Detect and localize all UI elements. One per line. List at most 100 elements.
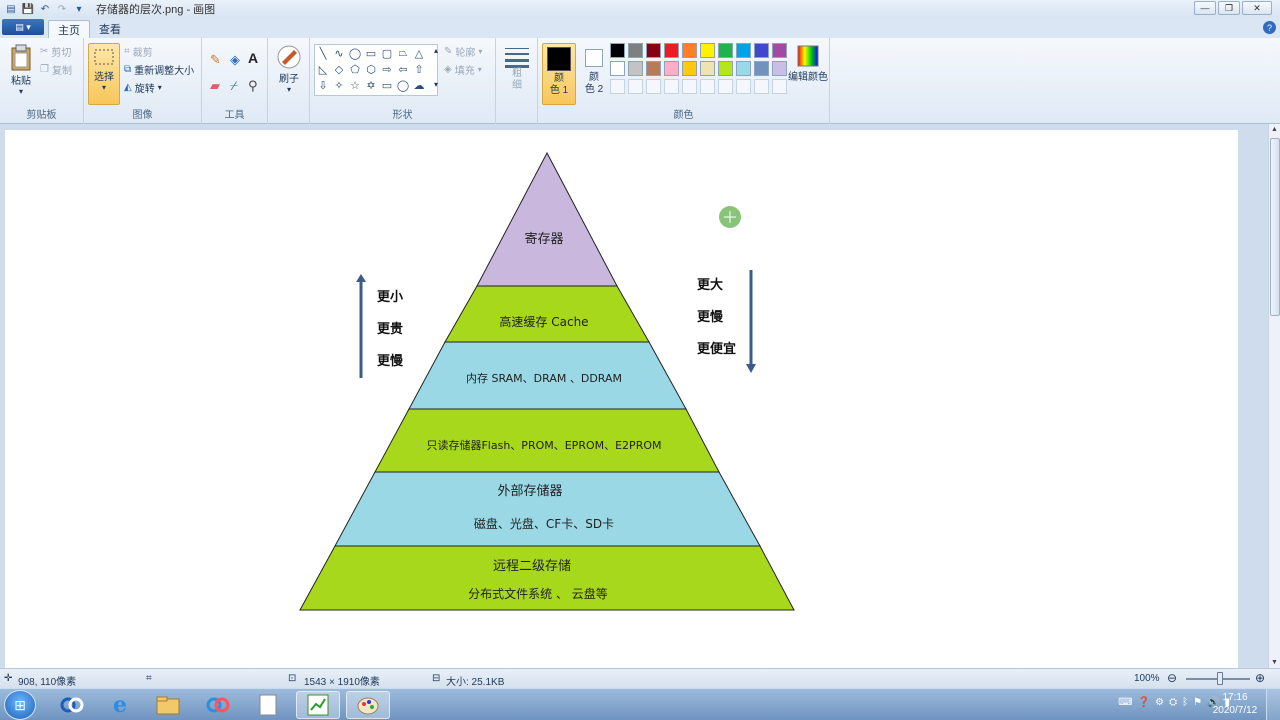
scroll-down-icon[interactable]: ▼ <box>1271 659 1278 666</box>
settings-tray-icon[interactable]: ⚙ <box>1155 697 1164 708</box>
baidu-netdisk-taskbar-icon[interactable] <box>50 691 94 719</box>
system-clock[interactable]: 17:16 2020/7/12 <box>1210 691 1260 717</box>
eraser-icon[interactable]: ▰ <box>210 78 220 94</box>
bluetooth-icon[interactable]: ᛒ <box>1182 697 1188 708</box>
palette-swatch[interactable] <box>736 61 751 76</box>
six-point-star-shape-icon[interactable]: ✡ <box>364 78 378 92</box>
custom-color-slot[interactable] <box>628 79 643 94</box>
scrollbar-thumb[interactable] <box>1270 138 1280 316</box>
palette-swatch[interactable] <box>610 61 625 76</box>
palette-swatch[interactable] <box>610 43 625 58</box>
outline-button[interactable]: ✎ 轮廓 ▾ <box>444 44 482 59</box>
vertical-scrollbar[interactable]: ▲ ▼ <box>1268 124 1280 668</box>
start-button-windows-icon[interactable]: ⊞ <box>4 690 36 720</box>
copy-button[interactable]: ❐ 复制 <box>40 62 72 77</box>
select-button[interactable]: 选择 ▾ <box>88 43 120 105</box>
color2-button[interactable]: 颜 色 2 <box>580 46 608 96</box>
brushes-button[interactable]: 刷子 ▾ <box>273 44 305 94</box>
down-arrow-shape-icon[interactable]: ⇩ <box>316 78 330 92</box>
polygon-shape-icon[interactable]: ⏢ <box>396 46 410 60</box>
palette-swatch[interactable] <box>700 43 715 58</box>
up-arrow-shape-icon[interactable]: ⇧ <box>412 62 426 76</box>
cut-button[interactable]: ✂ 剪切 <box>40 44 71 59</box>
pencil-icon[interactable]: ✎ <box>210 52 221 68</box>
fill-button[interactable]: ◈ 填充 ▾ <box>444 62 482 77</box>
zoom-in-icon[interactable]: ⊕ <box>1255 671 1265 685</box>
diamond-shape-icon[interactable]: ◇ <box>332 62 346 76</box>
rectangle-shape-icon[interactable]: ▭ <box>364 46 378 60</box>
custom-color-slot[interactable] <box>682 79 697 94</box>
left-arrow-shape-icon[interactable]: ⇦ <box>396 62 410 76</box>
tab-view[interactable]: 查看 <box>90 20 130 38</box>
paint-taskbar-icon[interactable] <box>346 691 390 719</box>
custom-color-slot[interactable] <box>736 79 751 94</box>
file-explorer-taskbar-icon[interactable] <box>146 691 190 719</box>
custom-color-slot[interactable] <box>754 79 769 94</box>
palette-swatch[interactable] <box>646 61 661 76</box>
help-tray-icon[interactable]: ❓ <box>1138 697 1150 708</box>
palette-swatch[interactable] <box>772 61 787 76</box>
edit-colors-button[interactable]: 编辑颜色 <box>788 44 828 83</box>
palette-swatch[interactable] <box>736 43 751 58</box>
oval-callout-shape-icon[interactable]: ◯ <box>396 78 410 92</box>
magnifier-icon[interactable]: ⚲ <box>248 78 258 94</box>
palette-swatch[interactable] <box>664 61 679 76</box>
paint-app-icon[interactable]: ▤ <box>4 3 18 15</box>
resize-button[interactable]: ⧉ 重新调整大小 <box>124 62 194 77</box>
curve-shape-icon[interactable]: ∿ <box>332 46 346 60</box>
palette-swatch[interactable] <box>628 61 643 76</box>
paste-button[interactable]: 粘贴 ▾ <box>6 44 36 96</box>
palette-swatch[interactable] <box>682 43 697 58</box>
drawing-canvas[interactable]: 寄存器 高速缓存 Cache 内存 SRAM、DRAM 、DDRAM 只读存储器… <box>5 130 1238 668</box>
size-button[interactable]: 粗 细 <box>501 46 533 92</box>
palette-swatch[interactable] <box>700 61 715 76</box>
custom-color-slot[interactable] <box>610 79 625 94</box>
help-icon[interactable]: ? <box>1263 21 1276 34</box>
shapes-scroll-up-icon[interactable]: ▴ <box>434 46 438 55</box>
shapes-more-icon[interactable]: ▾ <box>434 80 438 89</box>
hexagon-shape-icon[interactable]: ⬡ <box>364 62 378 76</box>
tab-home[interactable]: 主页 <box>48 20 90 38</box>
four-point-star-shape-icon[interactable]: ✧ <box>332 78 346 92</box>
crop-button[interactable]: ⌗ 裁剪 <box>124 44 153 59</box>
zoom-slider-thumb[interactable] <box>1217 672 1223 685</box>
save-icon[interactable]: 💾 <box>21 3 35 15</box>
palette-swatch[interactable] <box>718 61 733 76</box>
undo-icon[interactable]: ↶ <box>38 3 52 15</box>
palette-swatch[interactable] <box>754 43 769 58</box>
right-triangle-shape-icon[interactable]: ◺ <box>316 62 330 76</box>
text-tool-icon[interactable]: A <box>248 50 258 66</box>
close-button[interactable]: ✕ <box>1242 1 1272 15</box>
palette-swatch[interactable] <box>646 43 661 58</box>
palette-swatch[interactable] <box>772 43 787 58</box>
minimize-button[interactable]: — <box>1194 1 1216 15</box>
application-menu-button[interactable]: ▤ ▾ <box>2 19 44 35</box>
redo-icon[interactable]: ↷ <box>55 3 69 15</box>
speech-bubble-shape-icon[interactable]: ▭ <box>380 78 394 92</box>
custom-color-slot[interactable] <box>700 79 715 94</box>
maximize-button[interactable]: ❐ <box>1218 1 1240 15</box>
palette-swatch[interactable] <box>628 43 643 58</box>
network-tray-icon[interactable]: ⛭ <box>1169 697 1177 708</box>
palette-swatch[interactable] <box>682 61 697 76</box>
custom-color-slot[interactable] <box>664 79 679 94</box>
customize-dropdown-icon[interactable]: ▾ <box>72 3 86 15</box>
flag-icon[interactable]: ⚑ <box>1193 697 1202 708</box>
cloud-callout-shape-icon[interactable]: ☁ <box>412 78 426 92</box>
custom-color-slot[interactable] <box>718 79 733 94</box>
custom-color-slot[interactable] <box>772 79 787 94</box>
rounded-rectangle-shape-icon[interactable]: ▢ <box>380 46 394 60</box>
chart-app-taskbar-icon[interactable] <box>296 691 340 719</box>
pentagon-shape-icon[interactable]: ⬠ <box>348 62 362 76</box>
blank-document-taskbar-icon[interactable] <box>246 691 290 719</box>
color1-button[interactable]: 颜 色 1 <box>542 43 576 105</box>
palette-swatch[interactable] <box>754 61 769 76</box>
show-desktop-button[interactable] <box>1266 689 1280 720</box>
scroll-up-icon[interactable]: ▲ <box>1271 126 1278 133</box>
baidu-netdisk-app-taskbar-icon[interactable] <box>196 691 240 719</box>
palette-swatch[interactable] <box>664 43 679 58</box>
oval-shape-icon[interactable]: ◯ <box>348 46 362 60</box>
palette-swatch[interactable] <box>718 43 733 58</box>
five-point-star-shape-icon[interactable]: ☆ <box>348 78 362 92</box>
internet-explorer-taskbar-icon[interactable]: e <box>98 691 142 719</box>
